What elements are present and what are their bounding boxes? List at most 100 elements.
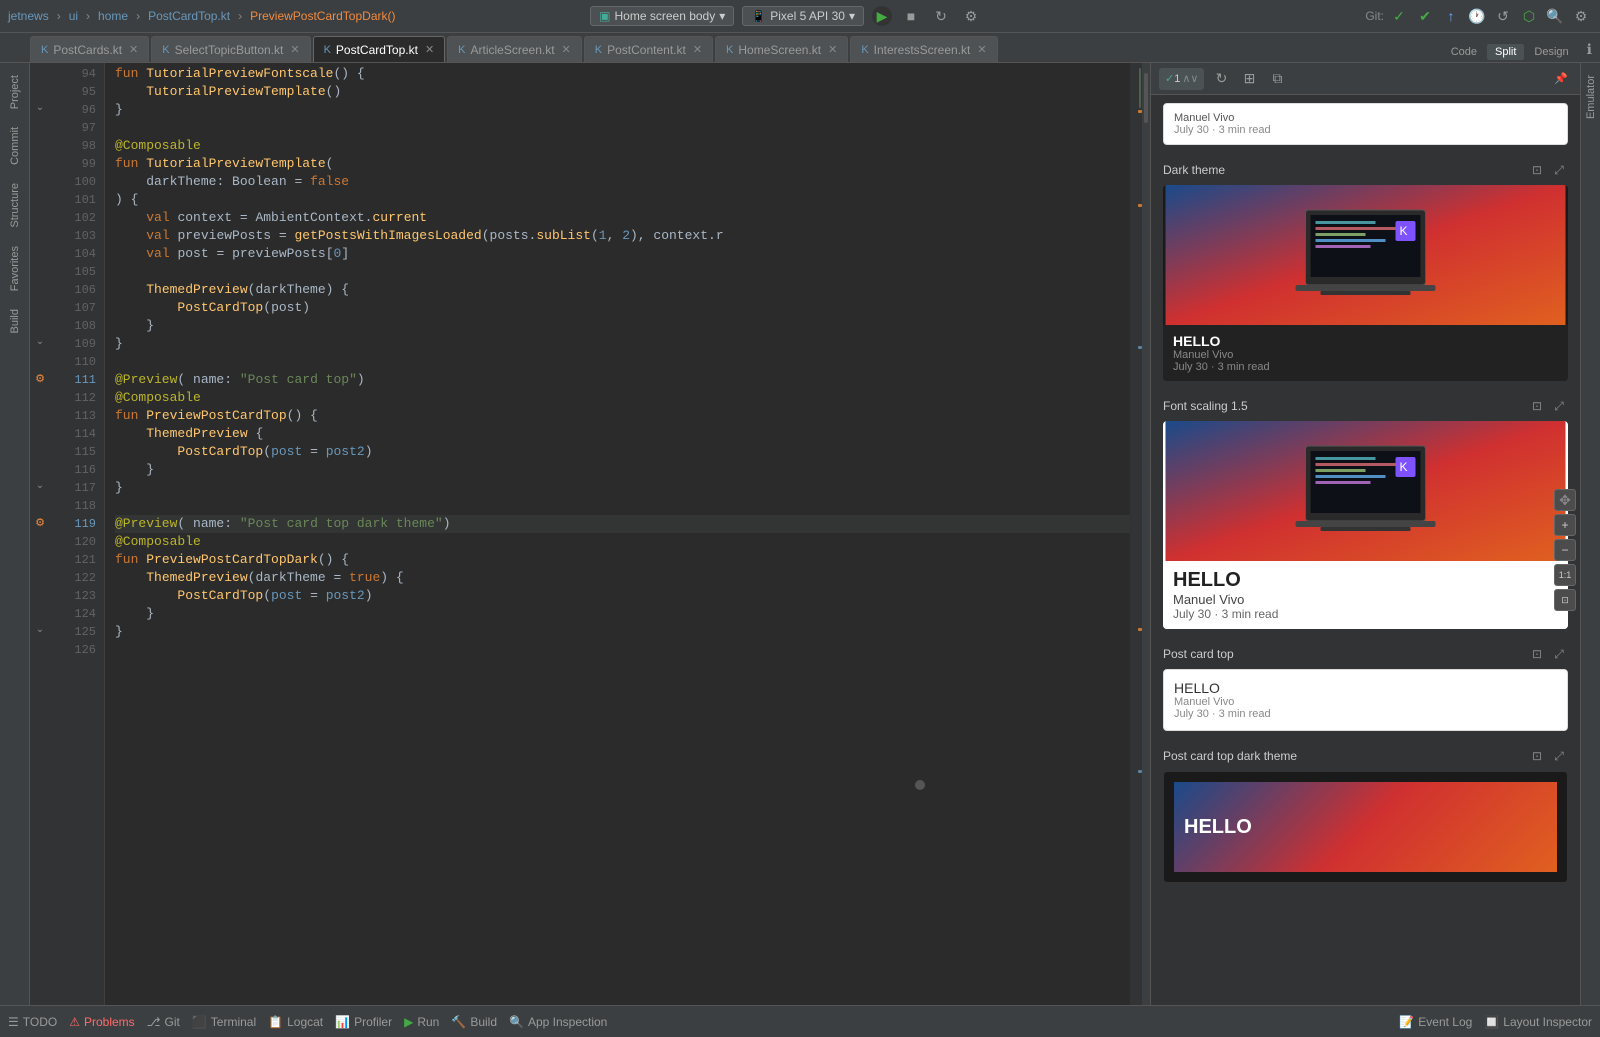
tab-selecttopic[interactable]: K SelectTopicButton.kt ✕ [151,36,310,62]
breadcrumb-sep2: › [86,9,90,23]
post-card-dark-image: HELLO [1174,782,1557,872]
gutter-row-108 [30,315,50,333]
preview-icon-119[interactable]: ⚙ [35,516,45,529]
event-log-item[interactable]: 📝 Event Log [1399,1015,1472,1029]
event-log-icon: 📝 [1399,1015,1414,1029]
clock-icon[interactable]: 🕐 [1466,5,1488,27]
build-item[interactable]: 🔨 Build [451,1015,497,1029]
top-card-author: Manuel Vivo [1174,112,1557,124]
code-line-115: PostCardTop(post = post2) [115,443,1130,461]
profiler-item[interactable]: 📊 Profiler [335,1015,392,1029]
code-content[interactable]: fun TutorialPreviewFontscale() { Tutoria… [105,63,1130,1005]
post-card-dark-save-btn[interactable]: ⊡ [1528,747,1546,765]
preview-icon-111[interactable]: ⚙ [35,372,45,385]
fold-117[interactable]: ⌄ [36,477,44,495]
gutter-row-99 [30,153,50,171]
device-dropdown[interactable]: ▣ Home screen body ▾ [590,6,734,26]
tab-postcards-close[interactable]: ✕ [129,43,138,56]
tab-postcardtop-close[interactable]: ✕ [425,43,434,56]
sidebar-favorites[interactable]: Favorites [5,238,25,299]
sidebar-commit[interactable]: Commit [5,119,25,173]
problems-item[interactable]: ⚠ Problems [69,1015,134,1029]
sidebar-build[interactable]: Build [5,301,25,341]
pin-preview-btn[interactable]: 📌 [1550,68,1572,90]
fold-96[interactable]: ⌄ [36,99,44,117]
terminal-item[interactable]: ⬛ Terminal [192,1015,256,1029]
zoom-fit-btn[interactable]: 1:1 [1554,564,1576,586]
editor-scrollbar[interactable] [1142,63,1150,1005]
git-item[interactable]: ⎇ Git [147,1015,180,1029]
zoom-in-btn[interactable]: + [1554,514,1576,536]
preview-section-post-card-top: Post card top ⊡ ⤢ HELLO Manuel Vivo July… [1163,645,1568,731]
tab-postcontent-close[interactable]: ✕ [693,43,702,56]
post-card-top-expand-btn[interactable]: ⤢ [1550,645,1568,663]
todo-item[interactable]: ☰ TODO [8,1015,57,1029]
git-tick-icon[interactable]: ✔ [1414,5,1436,27]
split-mode-btn[interactable]: Split [1487,44,1524,60]
preview-section-post-card-dark: Post card top dark theme ⊡ ⤢ HELLO [1163,747,1568,883]
gutter-row-97 [30,117,50,135]
post-card-dark-expand-btn[interactable]: ⤢ [1550,747,1568,765]
code-mode-btn[interactable]: Code [1443,44,1485,60]
tab-postcardtop[interactable]: K PostCardTop.kt ✕ [313,36,446,62]
drag-handle-btn[interactable]: ✥ [1554,489,1576,511]
app-inspection-item[interactable]: 🔍 App Inspection [509,1015,607,1029]
build-options[interactable]: ⚙ [960,5,982,27]
settings-icon[interactable]: ⚙ [1570,5,1592,27]
layout-inspector-item[interactable]: 🔲 Layout Inspector [1484,1015,1592,1029]
tab-postcontent[interactable]: K PostContent.kt ✕ [584,36,713,62]
code-line-99: fun TutorialPreviewTemplate( [115,155,1130,173]
breadcrumb-jetnews[interactable]: jetnews [8,9,49,23]
search-icon[interactable]: 🔍 [1544,5,1566,27]
dark-theme-card-author: Manuel Vivo [1173,349,1558,361]
tab-interestsscreen-close[interactable]: ✕ [977,43,986,56]
tab-interestsscreen[interactable]: K InterestsScreen.kt ✕ [850,36,997,62]
run-button[interactable]: ▶ [872,6,892,26]
stop-button[interactable]: ■ [900,5,922,27]
post-card-top-save-btn[interactable]: ⊡ [1528,645,1546,663]
fold-109[interactable]: ⌄ [36,333,44,351]
tab-postcards[interactable]: K PostCards.kt ✕ [30,36,149,62]
layers-toggle-btn[interactable]: ⧉ [1266,68,1288,90]
breadcrumb-ui[interactable]: ui [69,9,78,23]
gutter-row-113 [30,405,50,423]
api-dropdown[interactable]: 📱 Pixel 5 API 30 ▾ [742,6,864,26]
history-icon[interactable]: ↺ [1492,5,1514,27]
emulator-tab[interactable]: Emulator [1581,67,1600,127]
code-line-126 [115,641,1130,659]
tab-homescreen[interactable]: K HomeScreen.kt ✕ [715,36,848,62]
dark-theme-expand-btn[interactable]: ⤢ [1550,161,1568,179]
code-line-107: PostCardTop(post) [115,299,1130,317]
git-icon: ⎇ [147,1015,161,1029]
tab-articlescreen[interactable]: K ArticleScreen.kt ✕ [447,36,582,62]
grid-toggle-btn[interactable]: ⊞ [1238,68,1260,90]
design-mode-btn[interactable]: Design [1526,44,1576,60]
font-scaling-expand-btn[interactable]: ⤢ [1550,397,1568,415]
tab-selecttopic-close[interactable]: ✕ [290,43,299,56]
refresh-preview-btn[interactable]: ↻ [1210,68,1232,90]
tab-articlescreen-close[interactable]: ✕ [562,43,571,56]
font-scaling-save-btn[interactable]: ⊡ [1528,397,1546,415]
fold-125[interactable]: ⌄ [36,621,44,639]
layout-inspector-label: Layout Inspector [1503,1015,1592,1029]
sidebar-structure[interactable]: Structure [5,175,25,236]
zoom-out-btn[interactable]: − [1554,539,1576,561]
logcat-item[interactable]: 📋 Logcat [268,1015,323,1029]
android-icon[interactable]: ⬡ [1518,5,1540,27]
dark-theme-save-btn[interactable]: ⊡ [1528,161,1546,179]
git-push-icon[interactable]: ↑ [1440,5,1462,27]
preview-content[interactable]: Manuel Vivo July 30 · 3 min read Dark th… [1151,95,1580,1005]
sidebar-project[interactable]: Project [5,67,25,117]
zoom-reset-btn[interactable]: ⊡ [1554,589,1576,611]
refresh-button[interactable]: ↻ [930,5,952,27]
git-check-icon[interactable]: ✓ [1388,5,1410,27]
run-item[interactable]: ▶ Run [404,1015,439,1029]
tab-homescreen-close[interactable]: ✕ [828,43,837,56]
breadcrumb-home[interactable]: home [98,9,128,23]
info-btn[interactable]: ℹ [1579,39,1600,60]
breadcrumb-file[interactable]: PostCardTop.kt [148,9,230,23]
code-scrollbar[interactable] [1130,63,1142,1005]
gutter-row-94 [30,63,50,81]
preview-section-dark-theme: Dark theme ⊡ ⤢ [1163,161,1568,381]
gutter-row-115 [30,441,50,459]
